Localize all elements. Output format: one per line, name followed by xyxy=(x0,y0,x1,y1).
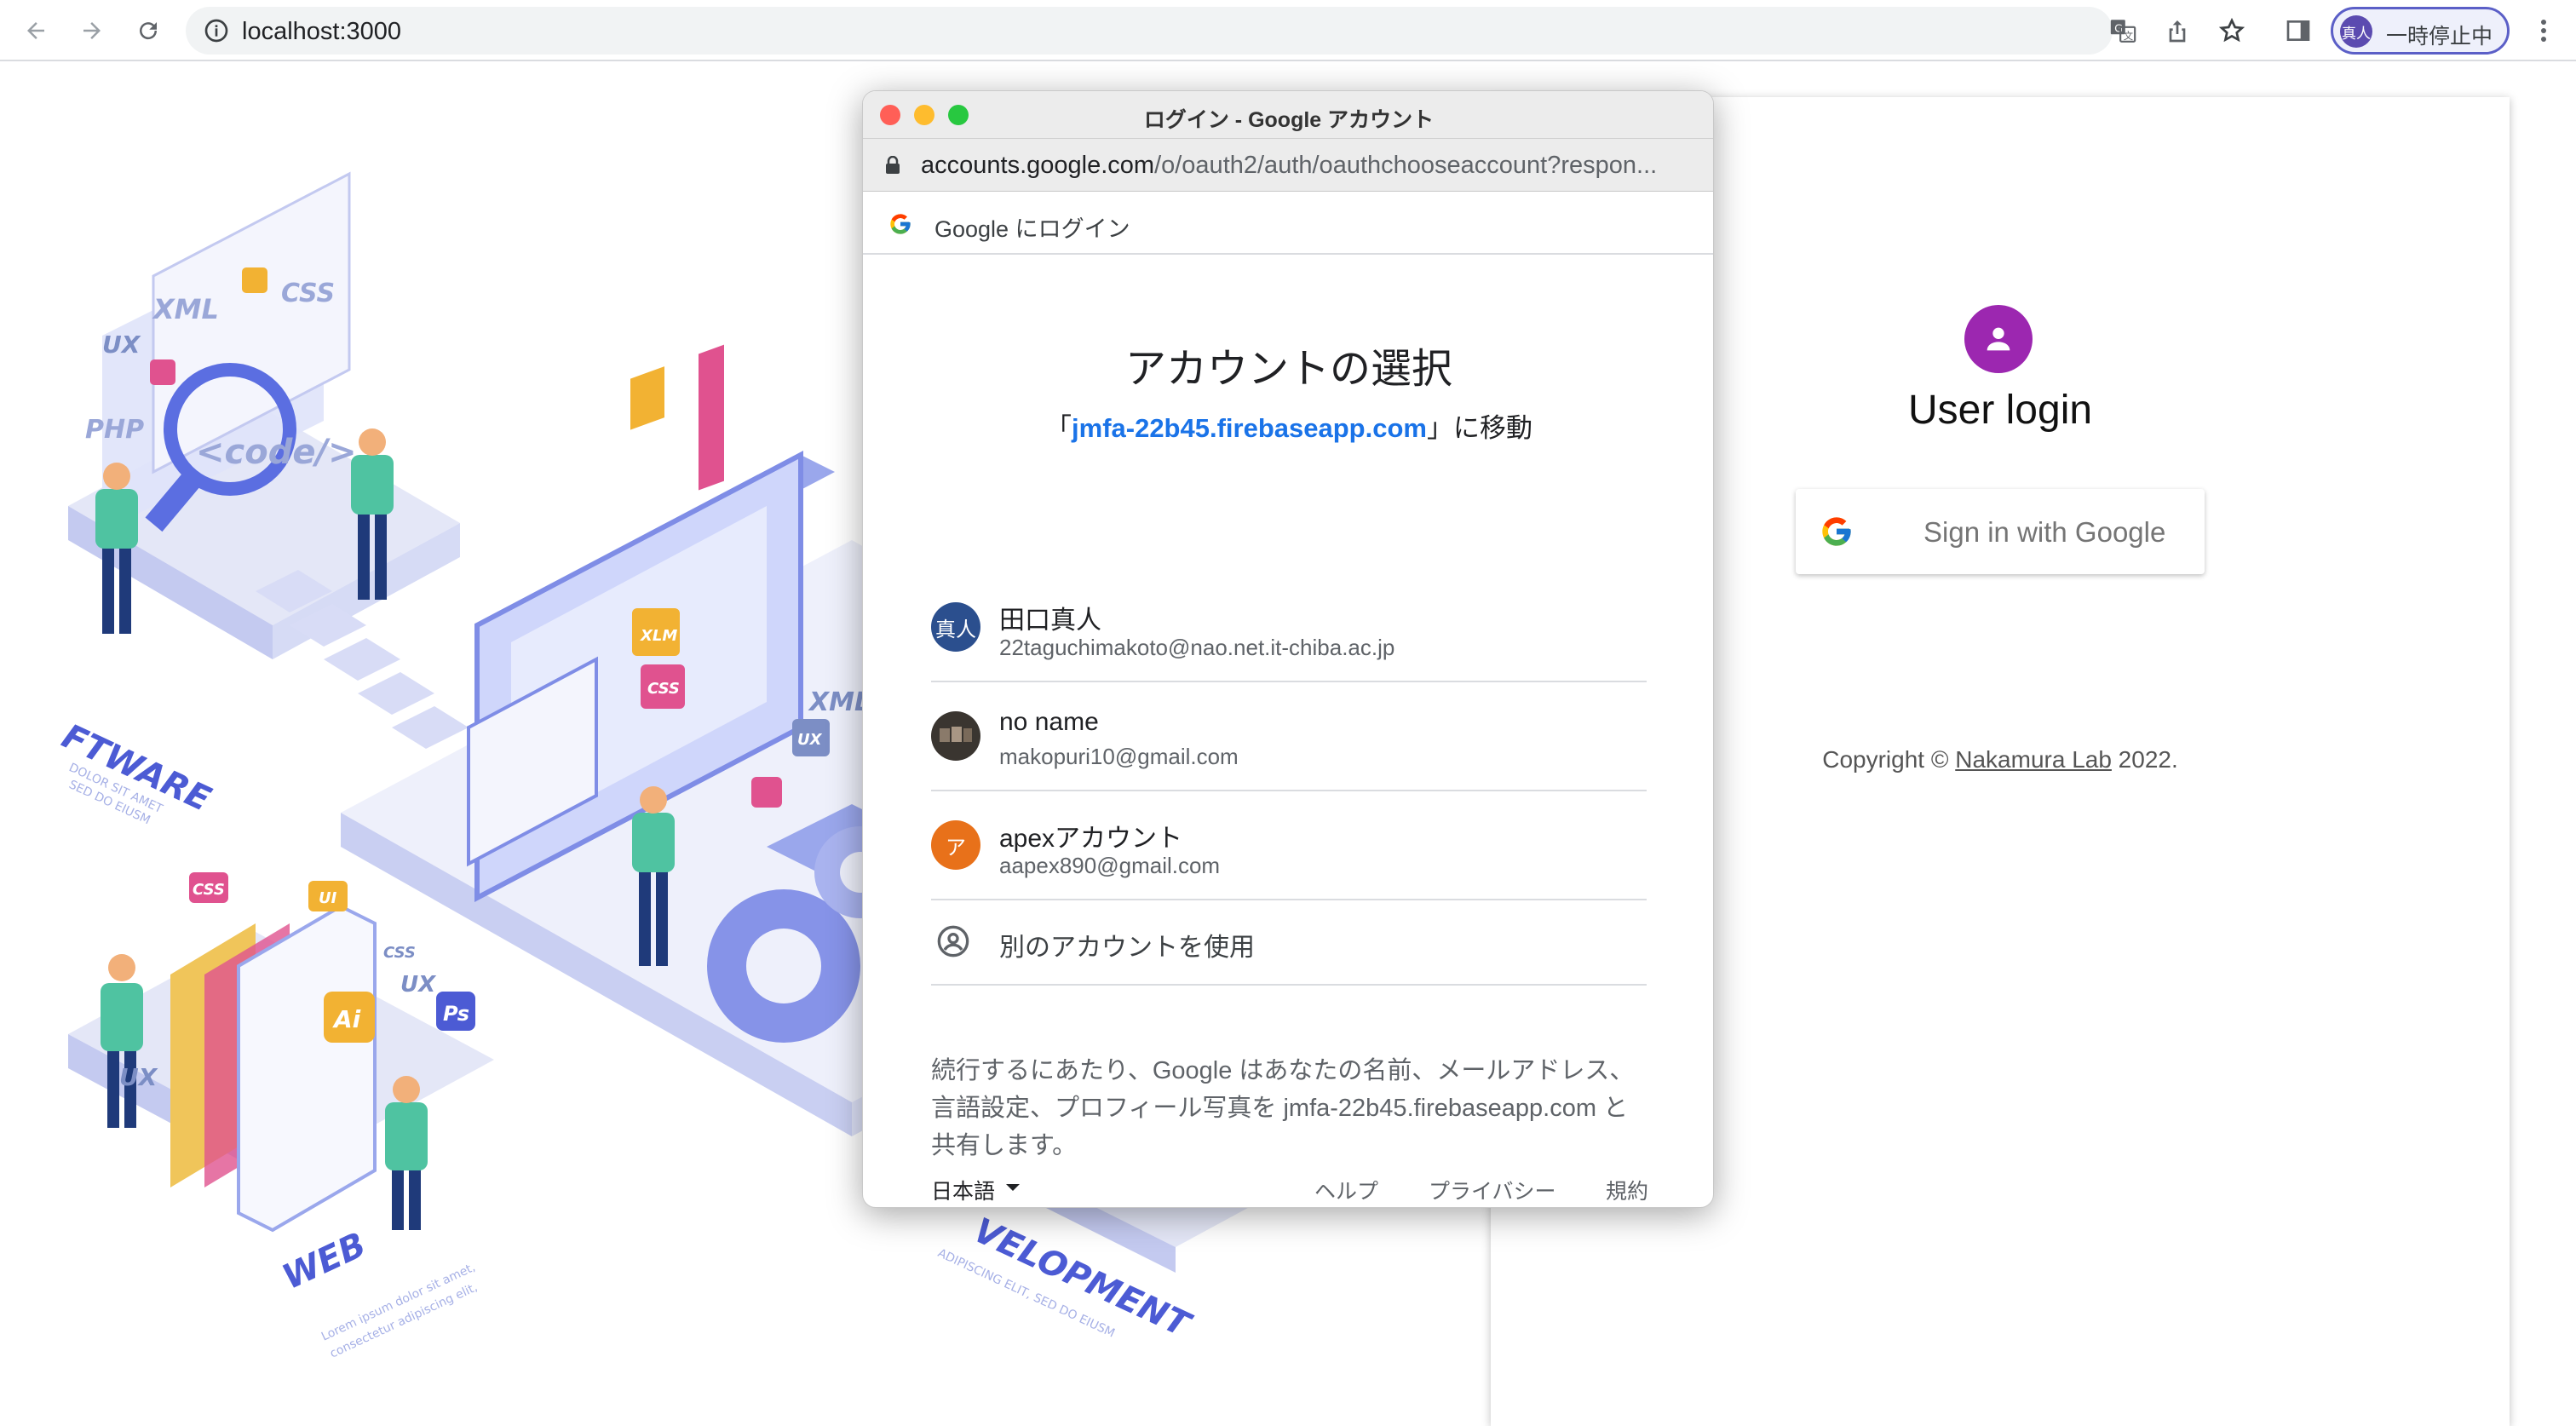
tag-web: WEB xyxy=(277,1225,372,1297)
forward-icon[interactable] xyxy=(73,12,111,49)
avatar: 真人 xyxy=(2340,15,2372,48)
svg-text:Ai: Ai xyxy=(332,1005,361,1033)
popup-window-title: ログイン - Google アカウント xyxy=(1143,108,1435,132)
avatar: ア xyxy=(931,820,980,870)
choose-account-title: アカウントの選択 xyxy=(1124,347,1452,392)
google-header: Google にログイン xyxy=(863,192,1713,255)
privacy-link[interactable]: プライバシー xyxy=(1429,1175,1556,1205)
account-item[interactable]: 真人 田口真人 22taguchimakoto@nao.net.it-chiba… xyxy=(931,573,1647,682)
translate-icon[interactable]: G文 xyxy=(2104,12,2142,49)
svg-text:XML: XML xyxy=(808,687,871,717)
use-another-account[interactable]: 別のアカウントを使用 xyxy=(931,900,1647,986)
popup-footer: 日本語 ヘルプ プライバシー 規約 xyxy=(863,1171,1713,1205)
google-signin-popup: ログイン - Google アカウント accounts.google.com/… xyxy=(862,90,1714,1208)
tag-code: <code/> xyxy=(196,433,357,472)
svg-text:CSS: CSS xyxy=(383,944,416,962)
help-link[interactable]: ヘルプ xyxy=(1314,1175,1378,1205)
lock-icon xyxy=(886,156,900,174)
use-another-account-label: 別のアカウントを使用 xyxy=(999,934,1255,962)
svg-text:G: G xyxy=(2114,22,2123,35)
tag-css: CSS xyxy=(281,279,335,308)
account-email: makopuri10@gmail.com xyxy=(999,744,1239,769)
svg-text:UX: UX xyxy=(797,731,823,749)
account-name: 田口真人 xyxy=(999,607,1101,635)
account-email: aapex890@gmail.com xyxy=(999,853,1221,878)
svg-text:UX: UX xyxy=(119,1063,158,1091)
address-bar[interactable]: localhost:3000 xyxy=(186,7,2113,55)
tag-xml: XML xyxy=(152,293,219,325)
google-header-text: Google にログイン xyxy=(934,216,1130,242)
app-domain-link[interactable]: jmfa-22b45.firebaseapp.com xyxy=(1072,413,1427,443)
chevron-down-icon[interactable] xyxy=(1006,1184,1020,1191)
google-g-icon xyxy=(890,214,911,234)
side-panel-icon[interactable] xyxy=(2280,12,2317,49)
browser-toolbar: localhost:3000 G文 真人 一時停止中 xyxy=(0,0,2576,61)
account-item[interactable]: ア apexアカウント aapex890@gmail.com xyxy=(931,791,1647,900)
svg-text:文: 文 xyxy=(2124,30,2133,42)
account-name: apexアカウント xyxy=(999,825,1183,853)
svg-text:CSS: CSS xyxy=(193,881,225,899)
profile-button[interactable]: 真人 一時停止中 xyxy=(2331,7,2510,55)
privacy-disclaimer: 続行するにあたり、Google はあなたの名前、メールアドレス、言語設定、プロフ… xyxy=(931,1057,1635,1159)
account-name: no name xyxy=(999,708,1099,736)
avatar xyxy=(931,711,980,761)
lab-link[interactable]: Nakamura Lab xyxy=(1955,746,2112,773)
back-icon[interactable] xyxy=(17,12,55,49)
share-icon[interactable] xyxy=(2159,12,2196,49)
google-logo-icon xyxy=(1822,517,1851,546)
more-menu-icon[interactable] xyxy=(2527,12,2561,49)
profile-status: 一時停止中 xyxy=(2386,25,2493,49)
address-text: localhost:3000 xyxy=(242,18,402,45)
popup-titlebar: ログイン - Google アカウント xyxy=(863,91,1713,139)
reload-icon[interactable] xyxy=(129,12,167,49)
tag-php: PHP xyxy=(85,415,144,445)
popup-address-bar: accounts.google.com/o/oauth2/auth/oauthc… xyxy=(863,139,1713,192)
tag-ux: UX xyxy=(102,331,141,359)
popup-url: accounts.google.com/o/oauth2/auth/oauthc… xyxy=(921,152,1658,179)
svg-text:UI: UI xyxy=(319,889,337,907)
svg-text:CSS: CSS xyxy=(647,680,680,698)
google-sign-in-button[interactable]: Sign in with Google xyxy=(1796,489,2205,574)
google-sign-in-label: Sign in with Google xyxy=(1923,516,2166,548)
svg-text:XLM: XLM xyxy=(640,627,677,645)
continue-to-line: 「jmfa-22b45.firebaseapp.com」に移動 xyxy=(1045,413,1532,443)
terms-link[interactable]: 規約 xyxy=(1606,1175,1648,1205)
user-avatar-icon xyxy=(1964,305,2033,373)
avatar: 真人 xyxy=(931,602,980,652)
bookmark-star-icon[interactable] xyxy=(2213,12,2251,49)
account-email: 22taguchimakoto@nao.net.it-chiba.ac.jp xyxy=(999,635,1395,660)
svg-text:Ps: Ps xyxy=(443,1002,469,1026)
svg-text:UX: UX xyxy=(400,972,437,998)
language-select[interactable]: 日本語 xyxy=(931,1175,995,1205)
site-info-icon[interactable] xyxy=(203,17,230,44)
account-item[interactable]: no name makopuri10@gmail.com xyxy=(931,682,1647,791)
account-circle-icon xyxy=(937,925,969,957)
